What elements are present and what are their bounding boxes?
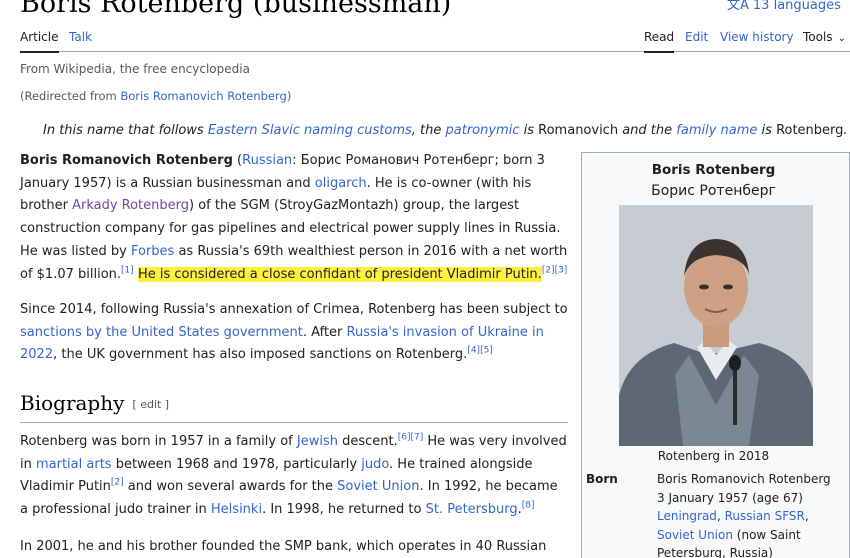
link-judo[interactable]: judo [361, 457, 389, 472]
tab-talk[interactable]: Talk [69, 30, 92, 44]
born-name: Boris Romanovich Rotenberg [657, 472, 831, 486]
text: , [804, 509, 809, 524]
link-jewish[interactable]: Jewish [297, 434, 338, 449]
link-arkady-rotenberg[interactable]: Arkady Rotenberg [72, 198, 189, 213]
tab-view-history[interactable]: View history [720, 30, 794, 44]
link-helsinki[interactable]: Helsinki [211, 502, 262, 517]
infobox: Boris Rotenberg Борис Ротенберг Rotenber… [581, 152, 850, 558]
link-russian[interactable]: Russian [242, 153, 292, 168]
tagline: From Wikipedia, the free encyclopedia [20, 62, 250, 76]
highlighted-sentence: He is considered a close confidant of pr… [137, 266, 542, 282]
born-label: Born [586, 472, 618, 486]
text: , [716, 509, 725, 524]
link-martial-arts[interactable]: martial arts [36, 457, 112, 472]
hatnote-text: In this name that follows [43, 123, 208, 138]
portrait-illustration [619, 205, 813, 446]
link-patronymic[interactable]: patronymic [446, 123, 520, 138]
languages-label: 13 languages [752, 0, 841, 13]
page-tabs: Article Talk Read Edit View history Tool… [20, 28, 850, 53]
hatnote-text: and the [618, 123, 677, 138]
lead-paragraph: Boris Romanovich Rotenberg (Russian: Бор… [20, 150, 568, 286]
citation-2b[interactable]: [2] [111, 478, 124, 488]
page-title: Boris Rotenberg (businessman) [20, 0, 452, 19]
born-date: 3 January 1957 (age 67) [657, 490, 803, 505]
citation-3[interactable]: [3] [555, 265, 568, 275]
citation-8[interactable]: [8] [522, 501, 535, 511]
redirect-suffix: ) [286, 89, 292, 103]
born-value: Boris Romanovich Rotenberg 3 January 195… [657, 470, 847, 558]
redirect-note: (Redirected from Boris Romanovich Rotenb… [20, 89, 291, 103]
sanctions-paragraph: Since 2014, following Russia's annexatio… [20, 299, 568, 367]
citation-2[interactable]: [2] [542, 265, 555, 275]
infobox-caption: Rotenberg in 2018 [657, 449, 770, 463]
edit-section-link[interactable]: [ edit ] [132, 398, 169, 411]
link-soviet-union[interactable]: Soviet Union [337, 479, 419, 494]
text: . In 1998, he returned to [262, 502, 426, 518]
citation-1[interactable]: [1] [121, 265, 134, 275]
hatnote-family-name: Rotenberg [776, 123, 844, 138]
link-eastern-slavic-naming[interactable]: Eastern Slavic naming customs [208, 123, 412, 138]
hatnote-text: . [843, 123, 848, 138]
tab-article[interactable]: Article [20, 30, 59, 53]
link-family-name[interactable]: family name [676, 123, 757, 138]
link-russian-sfsr[interactable]: Russian SFSR [725, 509, 805, 523]
redirect-link[interactable]: Boris Romanovich Rotenberg [120, 89, 286, 103]
citation-4[interactable]: [4] [467, 346, 480, 356]
section-heading-biography: Biography [ edit ] [20, 391, 568, 423]
tools-menu[interactable]: Tools ⌄ [803, 30, 846, 44]
citation-7[interactable]: [7] [411, 433, 424, 443]
tab-read[interactable]: Read [644, 30, 675, 53]
text: descent. [337, 434, 398, 449]
portrait-photo[interactable] [619, 205, 813, 446]
link-leningrad[interactable]: Leningrad [657, 509, 717, 523]
hatnote-text: is [757, 123, 777, 138]
heading-text: Biography [20, 391, 125, 415]
citation-5[interactable]: [5] [480, 346, 493, 356]
text: , the UK government has also imposed san… [53, 347, 468, 363]
redirect-prefix: (Redirected from [20, 89, 121, 103]
text: In 2001, he and his brother founded the … [20, 539, 547, 554]
text: between 1968 and 1978, particularly [111, 456, 362, 472]
text: Since 2014, following Russia's annexatio… [20, 302, 568, 317]
born-place: Leningrad, Russian SFSR, Soviet Union (n… [657, 507, 847, 558]
link-us-sanctions[interactable]: sanctions by the United States governmen… [20, 325, 303, 340]
translate-icon: 文A [727, 0, 749, 13]
hatnote-text: , the [411, 123, 446, 138]
link-soviet-union-infobox[interactable]: Soviet Union [657, 528, 733, 542]
smp-bank-paragraph: In 2001, he and his brother founded the … [20, 536, 568, 558]
text: and won several awards for the [123, 479, 338, 495]
chevron-down-icon: ⌄ [837, 33, 846, 44]
infobox-name: Boris Rotenberg [651, 162, 776, 178]
languages-button[interactable]: 文A 13 languages [727, 0, 841, 13]
biography-paragraph: Rotenberg was born in 1957 in a family o… [20, 431, 568, 522]
infobox-native-name: Борис Ротенберг [651, 183, 776, 199]
text: ( [232, 153, 243, 168]
citation-6[interactable]: [6] [398, 433, 411, 443]
tab-edit[interactable]: Edit [685, 30, 708, 44]
hatnote: In this name that follows Eastern Slavic… [43, 123, 848, 138]
hatnote-patronymic: Romanovich [538, 123, 619, 138]
tools-label: Tools [803, 30, 833, 44]
hatnote-text: is [519, 123, 539, 138]
text: Rotenberg was born in 1957 in a family o… [20, 434, 297, 449]
text: . After [302, 324, 347, 340]
link-st-petersburg[interactable]: St. Petersburg [426, 502, 518, 517]
link-forbes[interactable]: Forbes [131, 244, 174, 259]
subject-name: Boris Romanovich Rotenberg [20, 153, 233, 168]
link-oligarch[interactable]: oligarch [315, 176, 367, 191]
